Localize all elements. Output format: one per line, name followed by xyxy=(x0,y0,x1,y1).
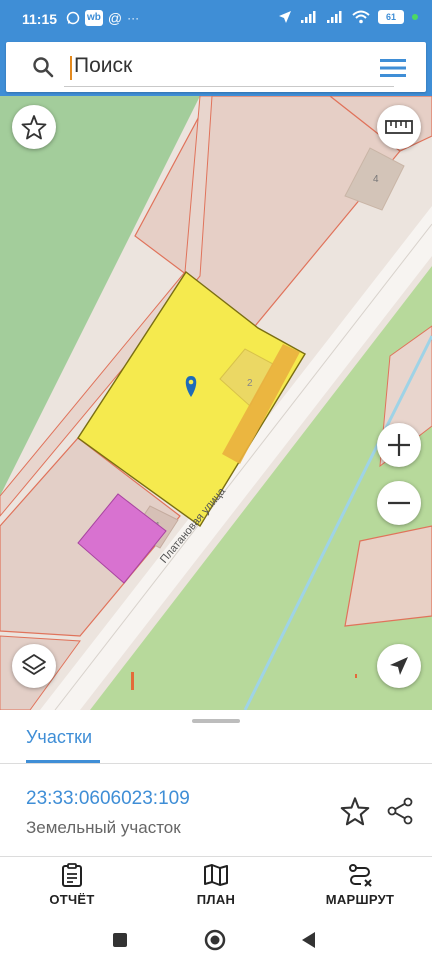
plan-button[interactable]: ПЛАН xyxy=(166,862,266,907)
notification-icons: wb @ ··· xyxy=(66,10,139,26)
favorite-button[interactable] xyxy=(340,796,370,826)
report-label: ОТЧЁТ xyxy=(49,892,95,907)
menu-icon[interactable] xyxy=(380,58,406,78)
search-input[interactable]: Поиск xyxy=(74,54,132,78)
share-icon xyxy=(387,797,413,825)
screen: 11:15 wb @ ··· 61 Поиск 4 2 Платановая у… xyxy=(0,0,432,960)
star-icon xyxy=(21,115,47,140)
search-header: Поиск xyxy=(0,38,432,96)
tab-divider xyxy=(0,763,432,764)
layers-button[interactable] xyxy=(12,644,56,688)
system-nav-bar xyxy=(0,922,432,960)
my-location-button[interactable] xyxy=(377,644,421,688)
ruler-icon xyxy=(385,120,413,134)
ruler-button[interactable] xyxy=(377,105,421,149)
map-icon xyxy=(204,864,228,886)
navigation-arrow-icon xyxy=(390,657,408,675)
search-icon[interactable] xyxy=(32,56,54,78)
signal-icon-2 xyxy=(327,11,342,23)
at-icon: @ xyxy=(107,10,123,26)
text-cursor xyxy=(70,56,72,80)
action-bar: ОТЧЁТ ПЛАН МАРШРУТ xyxy=(0,862,432,912)
status-right: 61 xyxy=(278,10,418,24)
more-notifications-icon: ··· xyxy=(127,11,140,25)
recent-apps-icon[interactable] xyxy=(112,932,128,948)
map-canvas: 4 2 1 xyxy=(0,96,432,710)
signal-icon xyxy=(301,11,316,23)
location-arrow-icon xyxy=(279,11,291,23)
tab-parcels[interactable]: Участки xyxy=(26,727,92,748)
search-underline xyxy=(64,86,394,87)
plan-label: ПЛАН xyxy=(196,892,236,907)
share-button[interactable] xyxy=(385,796,415,826)
route-icon xyxy=(349,864,372,887)
bottom-sheet: Участки 23:33:0606023:109 Земельный учас… xyxy=(0,710,432,960)
layers-icon xyxy=(22,654,46,675)
plot-label-4: 4 xyxy=(373,174,379,185)
sheet-drag-handle[interactable] xyxy=(192,719,240,723)
back-icon[interactable] xyxy=(300,931,318,949)
route-label: МАРШРУТ xyxy=(325,892,395,907)
parcel-type-label: Земельный участок xyxy=(26,818,181,837)
route-button[interactable]: МАРШРУТ xyxy=(310,862,410,907)
battery-icon: 61 xyxy=(378,10,404,24)
search-bar: Поиск xyxy=(6,42,426,92)
favorite-map-button[interactable] xyxy=(12,105,56,149)
cadastral-number-link[interactable]: 23:33:0606023:109 xyxy=(26,788,190,810)
whatsapp-icon xyxy=(66,11,80,25)
home-icon[interactable] xyxy=(204,929,226,951)
status-bar: 11:15 wb @ ··· 61 xyxy=(0,0,432,38)
map-view[interactable]: 4 2 1 Платановая улица xyxy=(0,96,432,710)
report-button[interactable]: ОТЧЁТ xyxy=(22,862,122,907)
plus-icon xyxy=(388,434,410,456)
section-divider xyxy=(0,856,432,857)
minus-icon xyxy=(388,501,410,505)
zoom-out-button[interactable] xyxy=(377,481,421,525)
star-outline-icon xyxy=(340,797,370,826)
wb-icon: wb xyxy=(85,10,103,26)
plot-label-2: 2 xyxy=(247,378,253,389)
clipboard-icon xyxy=(62,863,82,887)
zoom-in-button[interactable] xyxy=(377,423,421,467)
status-time: 11:15 xyxy=(22,11,58,27)
status-dot xyxy=(412,14,418,20)
wifi-icon xyxy=(352,10,370,24)
